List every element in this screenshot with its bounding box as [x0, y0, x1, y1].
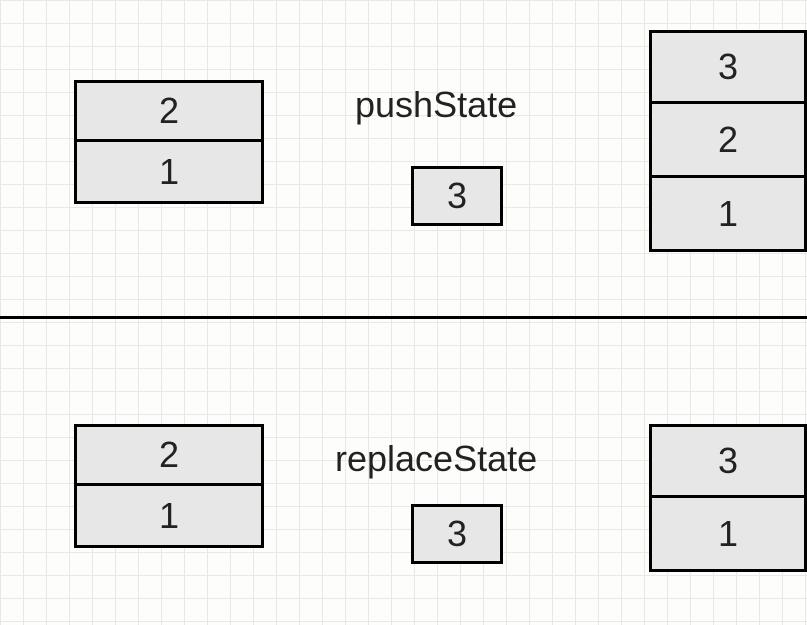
stack-cell: 1	[74, 142, 264, 204]
stack-cell: 1	[74, 486, 264, 548]
stack-cell: 1	[649, 178, 807, 252]
push-before-stack: 2 1	[74, 80, 264, 204]
stack-cell: 3	[649, 30, 807, 104]
stack-cell: 3	[649, 424, 807, 498]
replace-operation-label: replaceState	[335, 438, 537, 480]
stack-cell: 2	[649, 104, 807, 178]
section-divider	[0, 316, 807, 319]
stack-cell: 2	[74, 80, 264, 142]
replace-after-stack: 3 1	[649, 424, 807, 572]
push-arg-box: 3	[411, 166, 503, 226]
push-operation-label: pushState	[355, 84, 517, 126]
stack-cell: 2	[74, 424, 264, 486]
push-after-stack: 3 2 1	[649, 30, 807, 252]
stack-cell: 1	[649, 498, 807, 572]
replace-arg-box: 3	[411, 504, 503, 564]
replace-before-stack: 2 1	[74, 424, 264, 548]
